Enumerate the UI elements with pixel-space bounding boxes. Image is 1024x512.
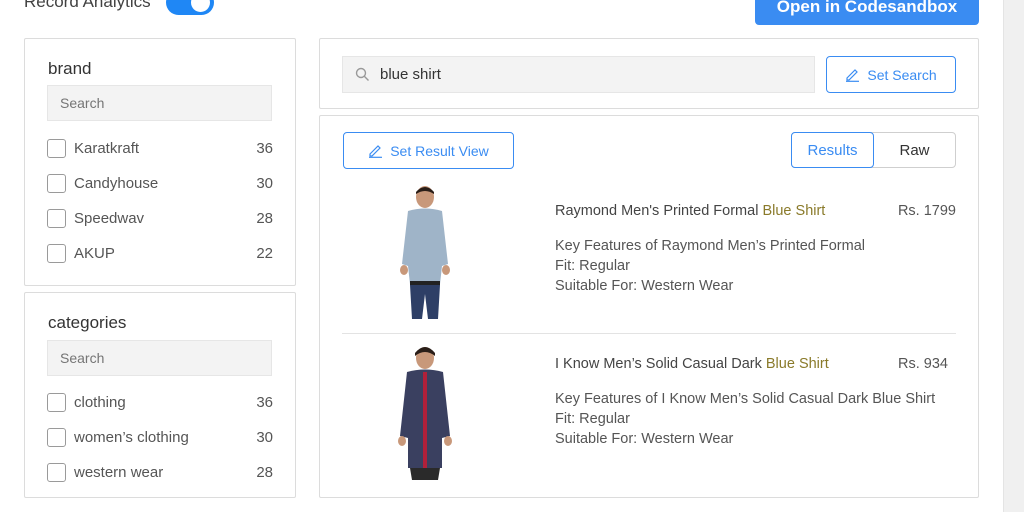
- set-result-view-button[interactable]: Set Result View: [343, 132, 514, 169]
- categories-search-input[interactable]: [47, 340, 272, 376]
- facet-item-count: 28: [256, 209, 273, 227]
- set-search-button[interactable]: Set Search: [826, 56, 956, 93]
- result-description: Key Features of I Know Men’s Solid Casua…: [555, 389, 935, 449]
- brand-facet-title: brand: [48, 59, 92, 78]
- page-scrollbar[interactable]: [1003, 0, 1024, 512]
- pencil-icon: [369, 145, 383, 158]
- shirt: [402, 208, 448, 284]
- result-title-highlight: Blue Shirt: [765, 356, 829, 372]
- checkbox[interactable]: [47, 138, 66, 158]
- description-line: Suitable For: Western Wear: [555, 431, 734, 447]
- brand-item-akup[interactable]: AKUP 22: [47, 242, 273, 264]
- facet-item-label: western wear: [74, 463, 164, 481]
- brand-item-candyhouse[interactable]: Candyhouse 30: [47, 172, 273, 194]
- category-item-western-wear[interactable]: western wear 28: [47, 461, 273, 483]
- tab-results[interactable]: Results: [791, 132, 874, 168]
- checkbox[interactable]: [47, 462, 66, 482]
- result-title[interactable]: Raymond Men's Printed Formal Blue Shirt: [555, 203, 825, 219]
- category-item-clothing[interactable]: clothing 36: [47, 391, 273, 413]
- facet-item-count: 28: [256, 463, 273, 481]
- record-analytics-toggle[interactable]: [166, 0, 214, 15]
- record-analytics-label: Record Analytics: [24, 0, 151, 11]
- facet-item-label: women’s clothing: [74, 428, 189, 446]
- checkbox[interactable]: [47, 243, 66, 263]
- tab-raw[interactable]: Raw: [874, 133, 955, 167]
- facet-item-label: Karatkraft: [74, 139, 140, 157]
- result-price: Rs. 1799: [897, 203, 956, 219]
- result-description: Key Features of Raymond Men’s Printed Fo…: [555, 236, 865, 296]
- result-divider: [342, 333, 956, 334]
- checkbox[interactable]: [47, 208, 66, 228]
- result-title[interactable]: I Know Men’s Solid Casual Dark Blue Shir…: [555, 356, 829, 372]
- result-item[interactable]: I Know Men’s Solid Casual Dark Blue Shir…: [342, 344, 956, 494]
- result-title-highlight: Blue Shirt: [762, 203, 826, 219]
- description-line: Key Features of I Know Men’s Solid Casua…: [555, 391, 936, 407]
- facet-item-count: 30: [256, 174, 273, 192]
- checkbox[interactable]: [47, 173, 66, 193]
- pencil-icon: [846, 69, 860, 82]
- search-panel: blue shirt Set Search: [319, 38, 979, 109]
- description-line: Key Features of Raymond Men’s Printed Fo…: [555, 238, 866, 254]
- facet-item-label: Candyhouse: [74, 174, 159, 192]
- facet-item-count: 36: [256, 393, 273, 411]
- category-item-womens-clothing[interactable]: women’s clothing 30: [47, 426, 273, 448]
- facet-item-label: Speedwav: [74, 209, 145, 227]
- facet-item-label: AKUP: [74, 244, 115, 262]
- description-line: Fit: Regular: [555, 258, 630, 274]
- description-line: Suitable For: Western Wear: [555, 278, 734, 294]
- brand-item-karatkraft[interactable]: Karatkraft 36: [47, 137, 273, 159]
- view-toggle: Results Raw: [791, 132, 956, 168]
- open-in-codesandbox-button[interactable]: Open in Codesandbox: [755, 0, 979, 25]
- brand-facet-panel: brand Karatkraft 36 Candyhouse 30 Speedw…: [24, 38, 296, 286]
- result-title-prefix: Raymond Men's Printed Formal: [555, 203, 763, 219]
- brand-item-speedwav[interactable]: Speedwav 28: [47, 207, 273, 229]
- product-image: [380, 344, 470, 480]
- search-input-value: blue shirt: [380, 66, 441, 83]
- result-price: Rs. 934: [898, 356, 948, 372]
- checkbox[interactable]: [47, 427, 66, 447]
- checkbox[interactable]: [47, 392, 66, 412]
- categories-facet-panel: categories clothing 36 women’s clothing …: [24, 292, 296, 498]
- pants: [410, 468, 440, 480]
- main-search-input[interactable]: blue shirt: [342, 56, 815, 93]
- result-title-prefix: I Know Men’s Solid Casual Dark: [555, 356, 766, 372]
- brand-search-input[interactable]: [47, 85, 272, 121]
- search-icon: [355, 67, 369, 81]
- facet-item-count: 22: [256, 244, 273, 262]
- results-panel: Set Result View Results Raw Raymond Men'…: [319, 115, 979, 498]
- toggle-knob: [191, 0, 210, 12]
- facet-item-label: clothing: [74, 393, 126, 411]
- facet-item-count: 36: [256, 139, 273, 157]
- result-item[interactable]: Raymond Men's Printed Formal Blue Shirt …: [342, 184, 956, 324]
- set-result-view-label: Set Result View: [390, 142, 489, 159]
- set-search-label: Set Search: [867, 66, 937, 83]
- description-line: Fit: Regular: [555, 411, 630, 427]
- facet-item-count: 30: [256, 428, 273, 446]
- product-image: [380, 184, 470, 320]
- categories-facet-title: categories: [48, 313, 127, 332]
